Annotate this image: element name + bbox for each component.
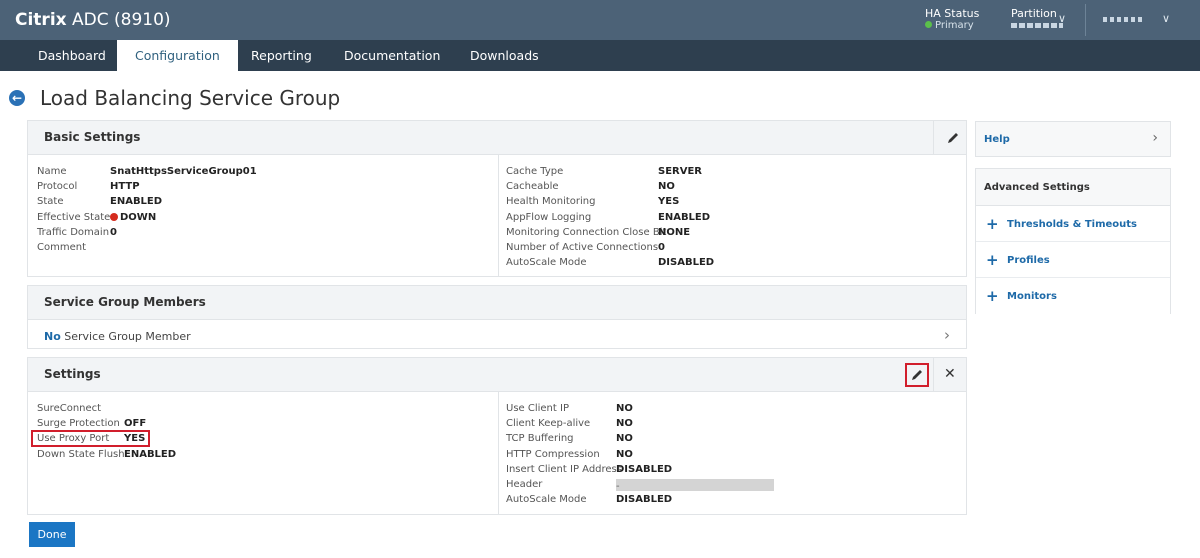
kv-row: Number of Active Connections 0 (506, 242, 665, 254)
tab-reporting[interactable]: Reporting (233, 40, 330, 71)
kv-row: Header - (506, 477, 774, 492)
kv-row: Down State Flush ENABLED (37, 448, 177, 460)
plus-icon: + (986, 251, 999, 269)
main-nav: Dashboard Configuration Reporting Docume… (0, 40, 1200, 71)
kv-row: Cache Type SERVER (506, 166, 703, 177)
kv-row: Name SnatHttpsServiceGroup01 (37, 164, 257, 179)
app-brand: Citrix ADC (8910) (15, 10, 171, 30)
pencil-icon (912, 370, 922, 380)
help-panel[interactable]: Help › (975, 121, 1171, 157)
kv-row: AutoScale Mode DISABLED (506, 257, 715, 269)
kv-row: Insert Client IP Address DISABLED (506, 463, 673, 475)
user-menu-redacted[interactable] (1103, 17, 1143, 22)
ha-status-label: HA Status (925, 7, 980, 20)
basic-settings-title: Basic Settings (44, 130, 141, 144)
column-divider (498, 392, 499, 515)
kv-row: Effective State DOWN (37, 211, 157, 223)
settings-title: Settings (44, 367, 101, 381)
members-link[interactable]: No Service Group Member (44, 330, 191, 343)
kv-row: SureConnect (37, 403, 102, 414)
chevron-down-icon[interactable]: ∨ (1058, 12, 1066, 25)
edit-basic-settings-button[interactable] (941, 126, 965, 150)
effective-state-value: DOWN (120, 211, 157, 223)
kv-row: Traffic Domain 0 (37, 226, 117, 238)
members-count: No (44, 330, 61, 343)
partition-value-redacted (1011, 23, 1063, 28)
basic-settings-right: Cache Type SERVER Cacheable NO Health Moni… (506, 164, 714, 270)
kv-row: Protocol HTTP (37, 181, 140, 193)
kv-row: TCP Buffering NO (506, 433, 633, 445)
chevron-right-icon[interactable]: › (944, 326, 950, 344)
chevron-right-icon: › (1152, 130, 1158, 146)
edit-settings-button[interactable] (905, 363, 929, 387)
basic-settings-header: Basic Settings (28, 121, 966, 155)
members-header: Service Group Members (28, 286, 966, 320)
chevron-down-icon[interactable]: ∨ (1162, 12, 1170, 25)
tab-downloads[interactable]: Downloads (452, 40, 557, 71)
advanced-settings-title: Advanced Settings (984, 182, 1090, 193)
help-label: Help (984, 134, 1010, 145)
page-title: Load Balancing Service Group (40, 86, 341, 110)
kv-row: AutoScale Mode DISABLED (506, 494, 673, 506)
members-text: Service Group Member (64, 330, 191, 343)
brand-name: Citrix (15, 10, 67, 30)
top-header: Citrix ADC (8910) HA Status Primary Part… (0, 0, 1200, 40)
kv-row: Use Client IP NO (506, 403, 633, 414)
kv-row: Client Keep-alive NO (506, 418, 633, 430)
brand-model: ADC (8910) (72, 10, 171, 30)
header-divider (1085, 4, 1086, 36)
kv-row: Comment (37, 242, 86, 254)
settings-right: Use Client IP NO Client Keep-alive NO TCP … (506, 401, 774, 507)
tab-dashboard[interactable]: Dashboard (20, 40, 124, 71)
header-value-redacted: - (616, 479, 774, 492)
ha-status-value: Primary (935, 20, 974, 31)
down-status-icon (110, 212, 118, 221)
advanced-item-monitors[interactable]: + Monitors (976, 278, 1170, 314)
header-divider (933, 121, 934, 155)
service-group-name: SnatHttpsServiceGroup01 (110, 166, 257, 177)
kv-row: AppFlow Logging ENABLED (506, 211, 711, 223)
members-title: Service Group Members (44, 295, 206, 309)
ha-status: HA Status Primary (925, 8, 979, 32)
plus-icon: + (986, 215, 999, 233)
kv-row: Health Monitoring YES (506, 196, 680, 208)
partition-label: Partition (1011, 7, 1057, 20)
tab-configuration[interactable]: Configuration (117, 40, 238, 71)
kv-row: HTTP Compression NO (506, 448, 633, 460)
advanced-settings-panel: Advanced Settings + Thresholds & Timeout… (975, 168, 1171, 314)
basic-settings-panel: Basic Settings Name SnatHttpsServiceGroup… (27, 120, 967, 277)
column-divider (498, 155, 499, 277)
status-ok-icon (925, 21, 932, 28)
tab-documentation[interactable]: Documentation (326, 40, 458, 71)
partition-selector[interactable]: Partition (1011, 8, 1063, 28)
kv-row: Cacheable NO (506, 181, 675, 193)
kv-row: Monitoring Connection Close Bit NONE (506, 226, 691, 238)
basic-settings-left: Name SnatHttpsServiceGroup01 Protocol HTTP… (37, 164, 257, 255)
plus-icon: + (986, 287, 999, 305)
highlight-box (31, 430, 150, 447)
header-divider (933, 358, 934, 392)
kv-row: State ENABLED (37, 196, 163, 208)
pencil-icon (948, 133, 958, 143)
advanced-item-thresholds-timeouts[interactable]: + Thresholds & Timeouts (976, 206, 1170, 242)
done-button[interactable]: Done (29, 522, 75, 547)
settings-panel: Settings ✕ SureConnect Surge Protection O… (27, 357, 967, 515)
advanced-item-profiles[interactable]: + Profiles (976, 242, 1170, 278)
service-group-members-panel: Service Group Members No Service Group M… (27, 285, 967, 349)
advanced-settings-header: Advanced Settings (976, 169, 1170, 206)
close-icon[interactable]: ✕ (944, 366, 956, 382)
back-arrow-icon[interactable]: ← (9, 90, 25, 106)
settings-header: Settings ✕ (28, 358, 966, 392)
